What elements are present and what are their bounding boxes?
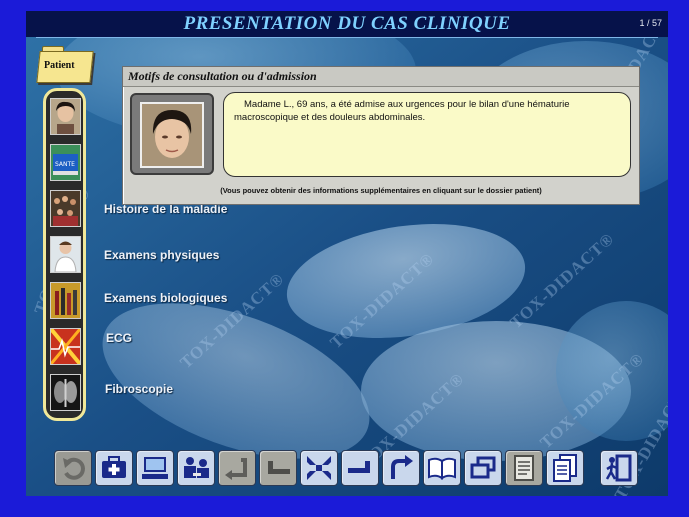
nav-item-examens-physiques[interactable] bbox=[50, 236, 81, 273]
computer-icon bbox=[142, 457, 168, 479]
forward-step-icon bbox=[348, 461, 370, 473]
patient-folder-button[interactable]: Patient bbox=[36, 46, 94, 83]
book-icon bbox=[428, 457, 456, 480]
documents-button[interactable] bbox=[546, 450, 584, 486]
doctor-icon bbox=[51, 237, 80, 272]
document-icon bbox=[514, 455, 534, 481]
nav-item-fibroscopie[interactable] bbox=[50, 374, 81, 411]
patient-face-icon bbox=[142, 104, 202, 166]
nav-label-examens-biologiques[interactable]: Examens biologiques bbox=[104, 291, 227, 305]
exit-door-icon bbox=[605, 454, 632, 482]
message-box: Madame L., 69 ans, a été admise aux urge… bbox=[223, 92, 631, 177]
dialog-title: Motifs de consultation ou d'admission bbox=[128, 69, 317, 83]
nav-label-fibroscopie[interactable]: Fibroscopie bbox=[105, 382, 173, 396]
nav-item-patient[interactable] bbox=[50, 98, 81, 135]
undo-button[interactable] bbox=[54, 450, 92, 486]
sante-card-icon: SANTE bbox=[51, 145, 80, 180]
redo-button[interactable] bbox=[382, 450, 420, 486]
return-arrow-icon bbox=[225, 458, 247, 480]
application-window: TOX-DIDACT® TOX-DIDACT® TOX-DIDACT® TOX-… bbox=[0, 0, 689, 517]
patient-portrait-icon bbox=[51, 99, 80, 134]
page-counter: 1 / 57 bbox=[639, 18, 662, 28]
consultation-button[interactable] bbox=[177, 450, 215, 486]
page-title: PRESENTATION DU CAS CLINIQUE bbox=[183, 13, 511, 34]
return-button[interactable] bbox=[218, 450, 256, 486]
nav-label-ecg[interactable]: ECG bbox=[106, 331, 132, 345]
documents-icon bbox=[553, 454, 577, 482]
consultation-dialog: Motifs de consultation ou d'admission Ma… bbox=[122, 66, 640, 205]
admission-message: Madame L., 69 ans, a été admise aux urge… bbox=[234, 99, 570, 123]
undo-arrow-icon bbox=[63, 457, 85, 480]
consultation-icon bbox=[184, 457, 209, 478]
nav-item-sante[interactable]: SANTE bbox=[50, 144, 81, 181]
windows-icon bbox=[470, 456, 496, 479]
dialog-note: (Vous pouvez obtenir des informations su… bbox=[220, 186, 542, 195]
document-button[interactable] bbox=[505, 450, 543, 486]
patient-folder-label: Patient bbox=[44, 60, 75, 71]
nav-item-ecg[interactable] bbox=[50, 328, 81, 365]
group-photo-icon bbox=[51, 191, 80, 226]
nav-item-examens-biologiques[interactable] bbox=[50, 282, 81, 319]
header-bar: PRESENTATION DU CAS CLINIQUE 1 / 57 bbox=[26, 11, 668, 37]
shrink-button[interactable] bbox=[300, 450, 338, 486]
ecg-icon bbox=[51, 329, 80, 364]
section-nav-panel: SANTE bbox=[43, 88, 86, 421]
back-step-icon bbox=[268, 461, 290, 474]
presentation-screen: TOX-DIDACT® TOX-DIDACT® TOX-DIDACT® TOX-… bbox=[26, 11, 668, 496]
sante-card-text: SANTE bbox=[55, 161, 75, 168]
patient-photo-frame[interactable] bbox=[130, 93, 214, 175]
dialog-title-bar: Motifs de consultation ou d'admission bbox=[123, 67, 639, 87]
nav-item-histoire[interactable] bbox=[50, 190, 81, 227]
windows-button[interactable] bbox=[464, 450, 502, 486]
test-tubes-icon bbox=[51, 283, 80, 318]
redo-arrow-icon bbox=[391, 455, 413, 479]
nav-label-examens-physiques[interactable]: Examens physiques bbox=[104, 248, 219, 262]
medical-kit-icon bbox=[102, 456, 126, 478]
book-button[interactable] bbox=[423, 450, 461, 486]
forward-step-button[interactable] bbox=[341, 450, 379, 486]
medical-kit-button[interactable] bbox=[95, 450, 133, 486]
patient-photo bbox=[140, 102, 204, 168]
computer-button[interactable] bbox=[136, 450, 174, 486]
exit-button[interactable] bbox=[600, 450, 638, 486]
back-step-button[interactable] bbox=[259, 450, 297, 486]
header-divider bbox=[36, 37, 658, 38]
xray-icon bbox=[51, 375, 80, 410]
shrink-arrows-icon bbox=[307, 456, 331, 480]
